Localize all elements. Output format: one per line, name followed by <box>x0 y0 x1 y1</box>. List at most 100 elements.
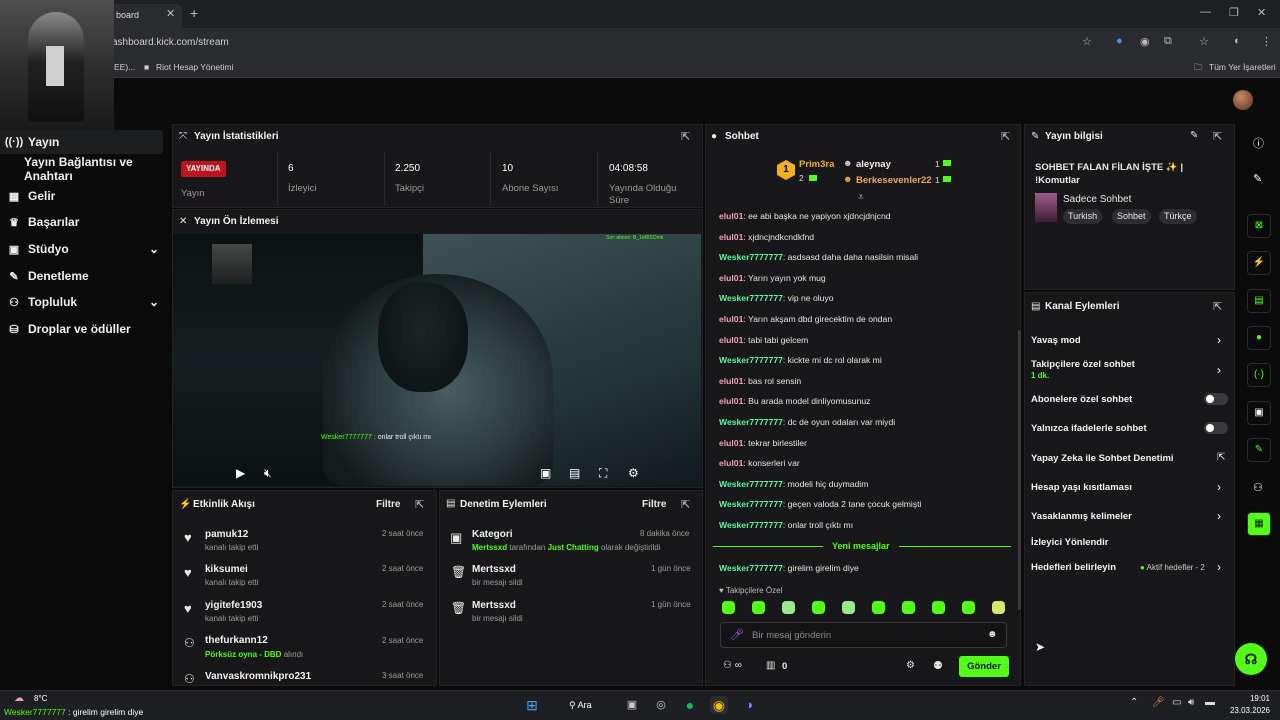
studio-icon[interactable]: ▣ <box>1247 401 1271 425</box>
sub-only-toggle[interactable] <box>1204 393 1228 405</box>
clock-time[interactable]: 19:01 <box>1226 694 1270 703</box>
close-window-icon[interactable]: ✕ <box>1257 6 1266 19</box>
store-icon[interactable]: ▥ <box>766 660 775 671</box>
stream-preview-video[interactable] <box>173 234 701 486</box>
expand-icon[interactable]: ⇱ <box>1213 300 1222 313</box>
expand-icon[interactable]: ⇱ <box>1213 130 1222 143</box>
pip-icon[interactable]: ▣ <box>540 466 551 480</box>
sidebar-item-topluluk[interactable]: ⚇ Topluluk ⌄ <box>0 290 163 314</box>
emote-only-toggle[interactable] <box>1204 422 1228 434</box>
profile-icon[interactable]: ◐ <box>1234 35 1241 47</box>
tag[interactable]: Türkçe <box>1159 209 1197 224</box>
taskbar-search[interactable]: ⚲ Ara <box>563 696 613 714</box>
puzzle-icon[interactable]: ⧉ <box>1164 35 1172 48</box>
emote-icon[interactable] <box>722 601 735 614</box>
bookmark-item[interactable]: Riot Hesap Yönetimi <box>156 62 233 72</box>
bookmark-item[interactable]: EE)... <box>114 62 135 72</box>
discord-icon[interactable]: ◑ <box>740 696 758 714</box>
emote-icon[interactable] <box>752 601 765 614</box>
sidebar-item-denetleme[interactable]: ✎ Denetleme <box>0 264 163 288</box>
mic-icon[interactable]: 🎤︎ <box>1152 697 1165 708</box>
account-age-item[interactable]: Hesap yaşı kısıtlaması <box>1031 482 1132 493</box>
moderation-filter-button[interactable]: Filtre <box>642 499 666 510</box>
volume-icon[interactable]: 🔊︎ <box>1188 697 1194 708</box>
sidebar-item-yayin[interactable]: ((·)) Yayın <box>0 130 163 154</box>
wrench-icon[interactable]: ✎ <box>1247 438 1271 462</box>
chat-bubble-icon[interactable]: ● <box>1247 326 1271 350</box>
sidebar-item-basarilar[interactable]: ♛ Başarılar <box>0 210 163 234</box>
mute-icon[interactable]: 🔇︎ <box>264 466 272 481</box>
sidebar-item-droplar[interactable]: ⛁ Droplar ve ödüller <box>0 317 163 341</box>
all-bookmarks[interactable]: Tüm Yer İşaretleri <box>1209 62 1276 72</box>
windows-start-icon[interactable]: ⊞ <box>523 696 541 714</box>
community-icon[interactable]: ⚇ <box>1253 481 1263 494</box>
emote-icon[interactable] <box>782 601 795 614</box>
category-thumbnail[interactable] <box>1035 193 1057 222</box>
activity-filter-button[interactable]: Filtre <box>376 499 400 510</box>
close-tab-icon[interactable]: ✕ <box>166 7 175 20</box>
edit-icon[interactable]: ✎ <box>1190 130 1198 141</box>
emote-icon[interactable] <box>812 601 825 614</box>
banned-words-item[interactable]: Yasaklanmış kelimeler <box>1031 511 1132 522</box>
minimize-icon[interactable]: — <box>1200 6 1211 18</box>
info-icon[interactable]: ⓘ <box>1253 135 1264 151</box>
play-icon[interactable]: ▶ <box>236 466 245 480</box>
sidebar-item-stream-key[interactable]: Yayın Bağlantısı ve Anahtarı <box>0 155 163 183</box>
extension-icon[interactable]: ● <box>1116 35 1123 47</box>
clock-date[interactable]: 23.03.2026 <box>1226 706 1270 715</box>
goals-item[interactable]: Hedefleri belirleyin <box>1031 562 1116 573</box>
network-icon[interactable]: ▭ <box>1172 697 1181 708</box>
edit-icon[interactable]: ✎ <box>1253 172 1262 185</box>
tag[interactable]: Turkish <box>1063 209 1103 224</box>
chevron-right-icon[interactable]: › <box>1217 363 1221 377</box>
bot-icon[interactable]: ⚉ <box>933 659 943 672</box>
tag[interactable]: Sohbet <box>1112 209 1151 224</box>
expand-icon[interactable]: ⇱ <box>415 498 424 511</box>
theater-icon[interactable]: ▤ <box>569 466 580 480</box>
spotify-icon[interactable]: ● <box>681 696 699 714</box>
chevron-right-icon[interactable]: › <box>1217 560 1221 574</box>
close-box-icon[interactable]: ⊠ <box>1247 214 1271 238</box>
broadcast-icon[interactable]: (·) <box>1247 363 1271 387</box>
task-view-icon[interactable]: ▣ <box>623 696 641 714</box>
maximize-icon[interactable]: ❐ <box>1229 6 1239 19</box>
bookmark-star-icon[interactable]: ☆ <box>1082 35 1092 48</box>
settings-icon[interactable]: ⚙ <box>906 660 915 671</box>
document-icon[interactable]: ▤ <box>1247 289 1271 313</box>
settings-icon[interactable]: ⚙ <box>628 466 639 480</box>
chevron-right-icon[interactable]: › <box>1217 480 1221 494</box>
game-icon[interactable]: ▦ <box>1247 512 1271 536</box>
extension-icon[interactable]: ◉ <box>1140 35 1150 48</box>
expand-icon[interactable]: ⇱ <box>681 498 690 511</box>
expand-icon[interactable]: ⇱ <box>1001 130 1010 143</box>
chevron-up-icon[interactable]: ⌃ <box>1130 697 1138 708</box>
bolt-icon[interactable]: ⚡ <box>1247 251 1271 275</box>
ai-moderation-item[interactable]: Yapay Zeka ile Sohbet Denetimi <box>1031 453 1174 464</box>
app-icon[interactable]: ◎ <box>652 696 670 714</box>
chat-scrollbar[interactable] <box>1018 330 1021 610</box>
emote-icon[interactable] <box>872 601 885 614</box>
help-icon[interactable]: ☊ <box>1235 643 1267 675</box>
fullscreen-icon[interactable]: ⛶ <box>599 466 607 481</box>
external-link-icon[interactable]: ⇱ <box>1217 452 1225 463</box>
follower-only-item[interactable]: Takipçilere özel sohbet <box>1031 359 1135 370</box>
emoji-icon[interactable]: ☻ <box>987 629 998 640</box>
emote-icon[interactable] <box>902 601 915 614</box>
raid-item[interactable]: İzleyici Yönlendir <box>1031 537 1108 548</box>
url-field[interactable]: ashboard.kick.com/stream <box>112 37 229 48</box>
emote-icon[interactable] <box>962 601 975 614</box>
category-name[interactable]: Sadece Sohbet <box>1063 194 1131 205</box>
chevron-right-icon[interactable]: › <box>1217 509 1221 523</box>
emote-icon[interactable] <box>992 601 1005 614</box>
bookmark-icon[interactable]: ☆ <box>1199 35 1209 48</box>
collapse-icon[interactable]: ⩡ <box>858 192 864 203</box>
mic-icon[interactable]: 🎤︎ <box>730 628 744 641</box>
chevron-right-icon[interactable]: › <box>1217 333 1221 347</box>
user-avatar[interactable] <box>1233 90 1253 110</box>
chrome-icon[interactable]: ◉ <box>710 696 728 714</box>
emote-icon[interactable] <box>842 601 855 614</box>
battery-icon[interactable]: ▬ <box>1205 697 1215 708</box>
expand-icon[interactable]: ⇱ <box>681 130 690 143</box>
send-button[interactable]: Gönder <box>959 656 1009 677</box>
new-tab-icon[interactable]: + <box>190 5 198 21</box>
